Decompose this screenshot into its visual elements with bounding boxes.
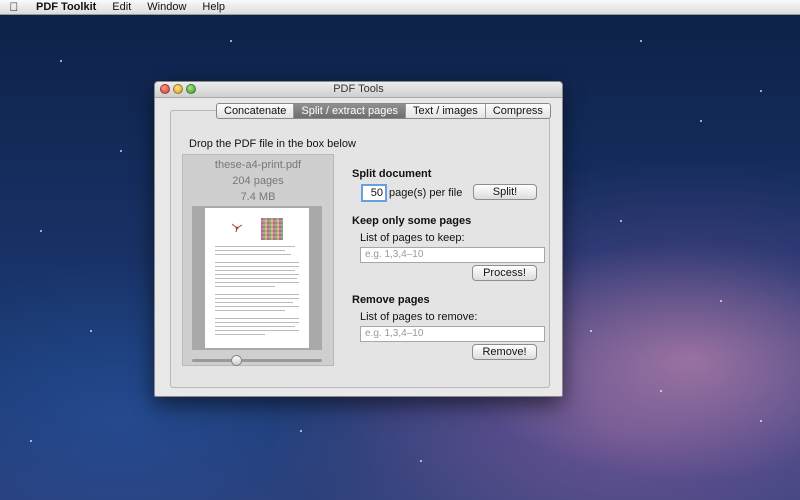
tab-bar: Concatenate Split / extract pages Text /… [216,103,551,119]
remove-pages-label: List of pages to remove: [360,311,478,323]
remove-button[interactable]: Remove! [472,344,537,360]
menu-help[interactable]: Help [194,0,233,14]
pdf-drop-zone[interactable]: these-a4-print.pdf 204 pages 7.4 MB [182,154,334,366]
remove-pages-heading: Remove pages [352,294,430,306]
mosaic-figure [261,218,283,240]
split-document-heading: Split document [352,168,432,180]
menu-app-name[interactable]: PDF Toolkit [28,0,104,14]
pdf-page-thumbnail [205,208,309,348]
page-count: 204 pages [232,175,284,187]
pages-per-file-label: page(s) per file [389,187,463,199]
remove-pages-input[interactable]: e.g. 1,3,4–10 [360,326,545,342]
tab-split-extract[interactable]: Split / extract pages [294,104,406,118]
menu-edit[interactable]: Edit [104,0,139,14]
file-size: 7.4 MB [240,191,276,203]
page-slider-track[interactable] [192,359,322,362]
pdf-preview [192,206,322,350]
pages-per-file-input[interactable]: 50 [361,184,387,202]
keep-pages-heading: Keep only some pages [352,215,472,227]
page-slider-knob[interactable] [231,355,242,366]
keep-pages-input[interactable]: e.g. 1,3,4–10 [360,247,545,263]
file-name: these-a4-print.pdf [214,159,302,171]
drop-instructions: Drop the PDF file in the box below [189,138,356,150]
keep-pages-label: List of pages to keep: [360,232,465,244]
title-bar[interactable]: PDF Tools [155,82,562,98]
window-title: PDF Tools [333,83,384,95]
tab-text-images[interactable]: Text / images [406,104,486,118]
pdf-tools-window: PDF Tools Concatenate Split / extract pa… [154,81,563,397]
tab-concatenate[interactable]: Concatenate [217,104,295,118]
split-button[interactable]: Split! [473,184,537,200]
process-button[interactable]: Process! [472,265,537,281]
molecule-figure [231,223,243,233]
menu-bar:  PDF Toolkit Edit Window Help [0,0,800,15]
menu-window[interactable]: Window [139,0,194,14]
apple-icon[interactable]:  [0,0,28,14]
tab-compress[interactable]: Compress [486,104,550,118]
